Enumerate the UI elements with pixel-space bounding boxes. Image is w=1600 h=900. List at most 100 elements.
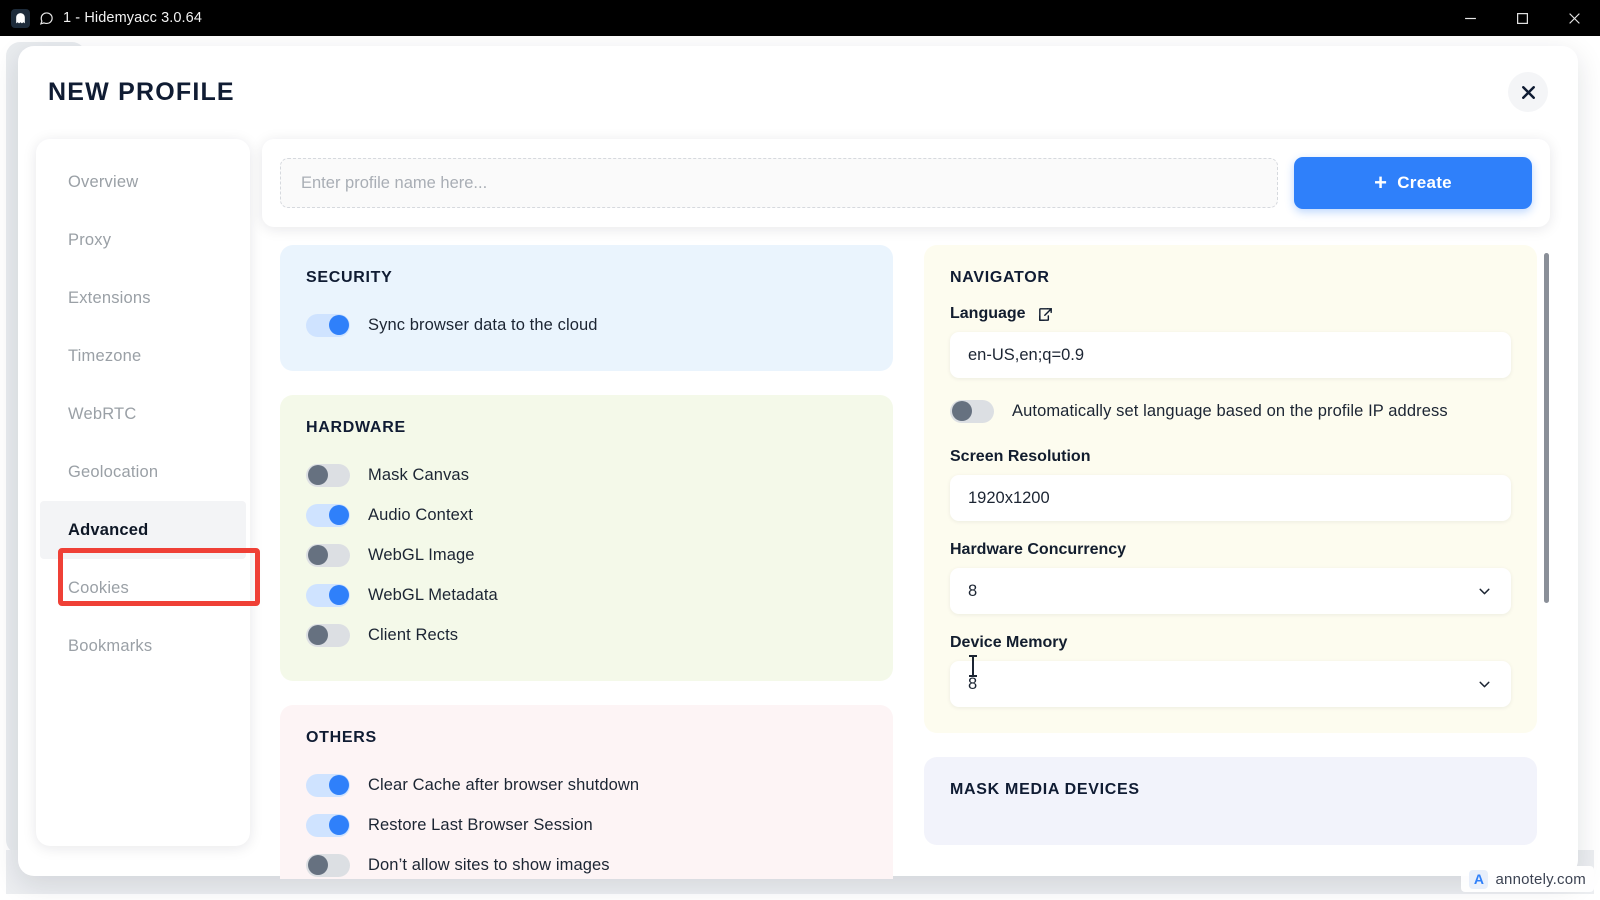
hardware-panel: HARDWARE Mask Canvas Audio Context WebGL… (280, 395, 893, 681)
chevron-down-icon (1476, 583, 1493, 600)
device-memory-select[interactable]: 8 (950, 661, 1511, 707)
hardware-panel-title: HARDWARE (306, 419, 406, 436)
sidebar-item-timezone[interactable]: Timezone (36, 327, 250, 385)
toggle-webgl-image[interactable]: WebGL Image (306, 535, 867, 575)
settings-columns: SECURITY Sync browser data to the cloud … (262, 245, 1550, 879)
language-label-row: Language (950, 305, 1511, 323)
others-panel-title: OTHERS (306, 729, 377, 746)
security-panel: SECURITY Sync browser data to the cloud (280, 245, 893, 371)
sidebar-item-label: WebRTC (68, 404, 137, 423)
window-title: 1 - Hidemyacc 3.0.64 (63, 10, 203, 26)
sidebar-item-label: Timezone (68, 346, 142, 365)
others-panel: OTHERS Clear Cache after browser shutdow… (280, 705, 893, 879)
sidebar-item-proxy[interactable]: Proxy (36, 211, 250, 269)
sidebar-item-extensions[interactable]: Extensions (36, 269, 250, 327)
watermark-text: annotely.com (1495, 870, 1586, 888)
hardware-concurrency-value: 8 (968, 581, 978, 600)
toggle-label: Client Rects (368, 625, 459, 644)
navigator-panel: NAVIGATOR Language en-US,en;q=0.9 Automa… (924, 245, 1537, 733)
toggle-label: WebGL Image (368, 545, 475, 564)
profile-name-input[interactable] (280, 158, 1278, 208)
sidebar-item-label: Extensions (68, 288, 151, 307)
annotely-watermark: A annotely.com (1461, 866, 1594, 892)
language-label: Language (950, 305, 1026, 322)
hardware-concurrency-label: Hardware Concurrency (950, 541, 1127, 558)
hardware-concurrency-select[interactable]: 8 (950, 568, 1511, 614)
toggle-label: Automatically set language based on the … (1012, 401, 1448, 420)
minimize-button[interactable] (1444, 0, 1496, 36)
toggle-switch[interactable] (306, 853, 350, 877)
device-memory-value: 8 (968, 674, 978, 693)
sidebar-item-cookies[interactable]: Cookies (36, 559, 250, 617)
screen-resolution-label: Screen Resolution (950, 448, 1091, 465)
toggle-sync-browser-data[interactable]: Sync browser data to the cloud (306, 305, 867, 345)
chevron-down-icon (1476, 676, 1493, 693)
toggle-block-images[interactable]: Don’t allow sites to show images (306, 845, 867, 879)
security-panel-title: SECURITY (306, 269, 393, 286)
sidebar-item-label: Proxy (68, 230, 112, 249)
application-window: 1 - Hidemyacc 3.0.64 NEW PROFILE Overvie… (0, 0, 1600, 900)
screen-resolution-field[interactable]: 1920x1200 (950, 475, 1511, 521)
create-button-label: Create (1397, 173, 1452, 192)
toggle-switch[interactable] (306, 543, 350, 567)
navigator-panel-title: NAVIGATOR (950, 269, 1050, 286)
toggle-switch[interactable] (306, 773, 350, 797)
page-title: NEW PROFILE (48, 78, 235, 106)
language-value-field[interactable]: en-US,en;q=0.9 (950, 332, 1511, 378)
sidebar-item-overview[interactable]: Overview (36, 153, 250, 211)
title-bar-left: 1 - Hidemyacc 3.0.64 (0, 8, 203, 28)
mask-media-devices-title: MASK MEDIA DEVICES (950, 781, 1140, 798)
toggle-switch[interactable] (306, 813, 350, 837)
edit-pencil-icon[interactable] (1037, 306, 1054, 323)
toggle-label: Audio Context (368, 505, 473, 524)
toggle-mask-canvas[interactable]: Mask Canvas (306, 455, 867, 495)
toggle-audio-context[interactable]: Audio Context (306, 495, 867, 535)
toggle-client-rects[interactable]: Client Rects (306, 615, 867, 655)
scrollbar-thumb[interactable] (1544, 253, 1549, 603)
create-button[interactable]: + Create (1294, 157, 1532, 209)
toggle-switch[interactable] (306, 463, 350, 487)
title-bar: 1 - Hidemyacc 3.0.64 (0, 0, 1600, 36)
sidebar-item-webrtc[interactable]: WebRTC (36, 385, 250, 443)
sidebar: Overview Proxy Extensions Timezone WebRT… (36, 139, 260, 846)
mask-media-devices-panel: MASK MEDIA DEVICES (924, 757, 1537, 845)
left-column: SECURITY Sync browser data to the cloud … (280, 245, 893, 879)
toggle-label: Clear Cache after browser shutdown (368, 775, 640, 794)
toggle-webgl-metadata[interactable]: WebGL Metadata (306, 575, 867, 615)
close-window-button[interactable] (1548, 0, 1600, 36)
sidebar-item-geolocation[interactable]: Geolocation (36, 443, 250, 501)
sidebar-item-label: Bookmarks (68, 636, 153, 655)
plus-icon: + (1374, 170, 1388, 195)
sidebar-item-label: Cookies (68, 578, 130, 597)
toggle-switch[interactable] (950, 399, 994, 423)
toggle-restore-session[interactable]: Restore Last Browser Session (306, 805, 867, 845)
toggle-label: Sync browser data to the cloud (368, 315, 598, 334)
toggle-switch[interactable] (306, 503, 350, 527)
sidebar-item-advanced[interactable]: Advanced (40, 501, 246, 559)
new-profile-modal: NEW PROFILE Overview Proxy Extensions Ti… (18, 46, 1578, 879)
annotely-logo-icon: A (1469, 869, 1489, 889)
maximize-button[interactable] (1496, 0, 1548, 36)
sidebar-item-bookmarks[interactable]: Bookmarks (36, 617, 250, 675)
toggle-label: Mask Canvas (368, 465, 470, 484)
screen-resolution-value: 1920x1200 (968, 488, 1050, 507)
sidebar-item-label: Advanced (68, 520, 149, 539)
toggle-switch[interactable] (306, 313, 350, 337)
ghost-icon (11, 8, 30, 28)
main-content: + Create SECURITY Sync browser data to t… (262, 139, 1550, 879)
close-icon[interactable] (1508, 72, 1548, 112)
toggle-switch[interactable] (306, 623, 350, 647)
toggle-label: Restore Last Browser Session (368, 815, 593, 834)
toggle-auto-language[interactable]: Automatically set language based on the … (950, 394, 1511, 428)
content-scrollbar[interactable] (1544, 245, 1550, 879)
right-column: NAVIGATOR Language en-US,en;q=0.9 Automa… (924, 245, 1537, 869)
toggle-switch[interactable] (306, 583, 350, 607)
sidebar-item-label: Geolocation (68, 462, 159, 481)
toggle-clear-cache[interactable]: Clear Cache after browser shutdown (306, 765, 867, 805)
sidebar-item-label: Overview (68, 172, 139, 191)
profile-name-bar: + Create (262, 139, 1550, 227)
toggle-label: WebGL Metadata (368, 585, 498, 604)
language-value: en-US,en;q=0.9 (968, 345, 1085, 364)
window-controls (1444, 0, 1600, 36)
device-memory-label: Device Memory (950, 634, 1068, 651)
